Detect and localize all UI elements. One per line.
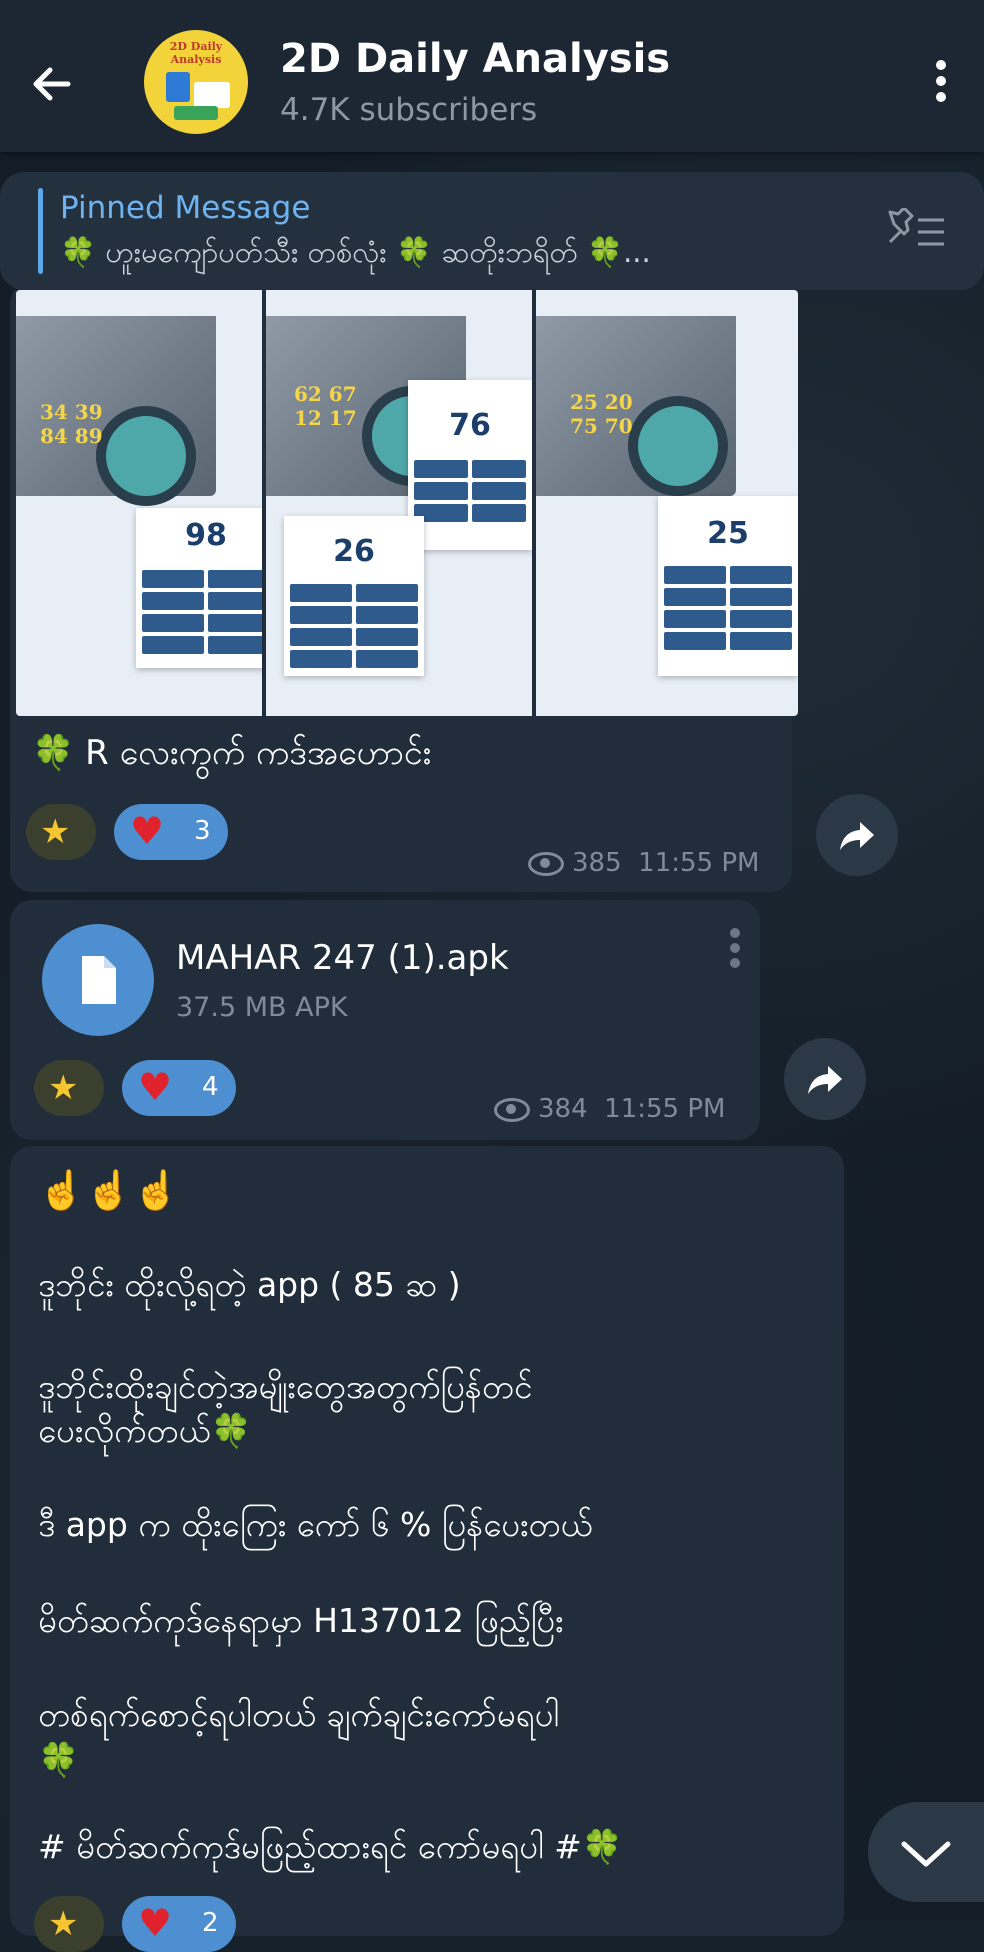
text-line-6: မိတ်ဆက်ကုဒ်နေရာမှာ H137012 ဖြည့်ပြီး <box>38 1601 564 1640</box>
star-icon: ★ <box>40 812 71 852</box>
pinned-message-bar[interactable]: Pinned Message 🍀 ဟူးမကျော်ပတ်သီး တစ်လုံး… <box>0 172 984 290</box>
photo-1-pair-top: 34 39 <box>40 400 103 424</box>
photo-2-result-top: 76 <box>449 408 491 443</box>
photo-3[interactable]: 25 20 75 70 25 <box>536 290 798 716</box>
message-meta: 384 11:55 PM <box>494 1094 725 1124</box>
photo-2-result: 26 <box>333 534 375 569</box>
message-photo-album[interactable]: 34 39 84 89 98 62 67 12 17 76 26 25 20 7… <box>10 282 798 892</box>
photo-2-pair-bottom: 12 17 <box>294 406 357 430</box>
heart-count: 3 <box>194 816 211 846</box>
heart-count: 4 <box>202 1072 219 1102</box>
message-text[interactable]: ☝️☝️☝️ ဒူဘိုင်း ထိုးလို့ရတဲ့ app ( 85 ဆ … <box>10 1146 844 1952</box>
message-file[interactable]: MAHAR 247 (1).apk 37.5 MB APK ★ ♥ 4 384 … <box>10 900 760 1140</box>
back-arrow-icon[interactable] <box>28 60 76 108</box>
photo-1[interactable]: 34 39 84 89 98 <box>16 290 262 716</box>
message-time: 11:55 PM <box>638 848 760 878</box>
text-line-4: ပေးလိုက်တယ်🍀 <box>38 1411 252 1450</box>
text-line-2: ဒူဘိုင်း ထိုးလို့ရတဲ့ app ( 85 ဆ ) <box>38 1265 461 1304</box>
photo-1-result: 98 <box>185 518 227 553</box>
text-line-3: ဒူဘိုင်းထိုးချင်တဲ့အမျိုးတွေအတွက်ပြန်တင် <box>38 1367 533 1406</box>
subscriber-count: 4.7K subscribers <box>280 92 538 128</box>
channel-header: 2D Daily Analysis 2D Daily Analysis 4.7K… <box>0 0 984 152</box>
message-time: 11:55 PM <box>604 1094 726 1124</box>
pin-list-icon[interactable] <box>884 206 948 256</box>
star-reaction[interactable]: ★ <box>26 804 96 860</box>
view-count: 385 <box>572 848 622 878</box>
heart-reaction[interactable]: ♥ 2 <box>122 1896 236 1952</box>
views-eye-icon <box>528 851 564 876</box>
star-reaction[interactable]: ★ <box>34 1060 104 1116</box>
channel-title[interactable]: 2D Daily Analysis <box>280 36 670 82</box>
text-line-8: 🍀 <box>38 1740 80 1779</box>
message-meta: 385 11:55 PM <box>528 848 759 878</box>
file-document-icon[interactable] <box>42 924 154 1036</box>
heart-reaction[interactable]: ♥ 3 <box>114 804 228 860</box>
photo-grid: 34 39 84 89 98 62 67 12 17 76 26 25 20 7… <box>16 290 798 716</box>
views-eye-icon <box>494 1097 530 1122</box>
file-name[interactable]: MAHAR 247 (1).apk <box>176 938 509 978</box>
heart-icon: ♥ <box>138 1065 173 1109</box>
chevron-down-icon <box>901 1841 951 1867</box>
photo-3-pair-bottom: 75 70 <box>570 414 633 438</box>
photo-2[interactable]: 62 67 12 17 76 26 <box>266 290 532 716</box>
scroll-down-button[interactable] <box>868 1802 984 1902</box>
photo-1-pair-bottom: 84 89 <box>40 424 103 448</box>
pinned-text: 🍀 ဟူးမကျော်ပတ်သီး တစ်လုံး 🍀 ဆတိုးဘရိတ် 🍀… <box>60 235 651 269</box>
file-size: 37.5 MB APK <box>176 992 348 1023</box>
view-count: 384 <box>538 1094 588 1124</box>
star-icon: ★ <box>48 1904 79 1944</box>
more-options-icon[interactable] <box>926 60 956 110</box>
share-button[interactable] <box>784 1038 866 1120</box>
pinned-indicator <box>38 188 43 274</box>
heart-icon: ♥ <box>138 1901 173 1945</box>
avatar-logo-text: 2D Daily Analysis <box>169 40 223 66</box>
share-arrow-icon <box>840 822 874 850</box>
heart-reaction[interactable]: ♥ 4 <box>122 1060 236 1116</box>
heart-icon: ♥ <box>130 809 165 853</box>
share-button[interactable] <box>816 794 898 876</box>
channel-avatar[interactable]: 2D Daily Analysis <box>144 30 248 134</box>
text-line-5: ဒီ app က ထိုးကြေး ကော် ၆ % ပြန်ပေးတယ် <box>38 1505 593 1544</box>
share-arrow-icon <box>808 1066 842 1094</box>
photo-2-pair-top: 62 67 <box>294 382 357 406</box>
file-menu-icon[interactable] <box>730 928 742 973</box>
photo-caption: 🍀 R လေးကွက် ကဒ်အဟောင်း <box>32 733 432 773</box>
photo-3-result: 25 <box>707 516 749 551</box>
text-line-7: တစ်ရက်စောင့်ရပါတယ် ချက်ချင်းကော်မရပါ <box>38 1695 560 1734</box>
star-icon: ★ <box>48 1068 79 1108</box>
heart-count: 2 <box>202 1908 219 1938</box>
text-line-1: ☝️☝️☝️ <box>38 1168 180 1212</box>
star-reaction[interactable]: ★ <box>34 1896 104 1952</box>
text-line-9: # မိတ်ဆက်ကုဒ်မဖြည့်ထားရင် ကော်မရပါ #🍀 <box>38 1827 623 1866</box>
pinned-title: Pinned Message <box>60 190 311 226</box>
photo-3-pair-top: 25 20 <box>570 390 633 414</box>
